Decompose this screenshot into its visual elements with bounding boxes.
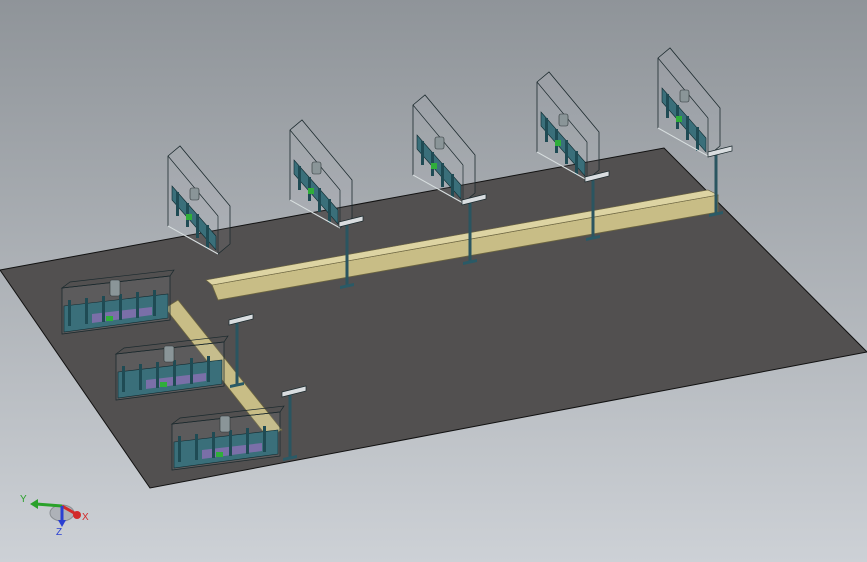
frame-post [575,151,578,175]
frame-post [263,426,266,452]
frame-post [451,174,454,198]
frame-post [156,362,159,388]
machine-accent [308,188,314,194]
machine-accent [216,452,223,457]
triad-y-axis [35,502,63,508]
frame-post [298,166,301,190]
frame-post [176,192,179,216]
frame-post [206,225,209,249]
frame-post [207,356,210,382]
frame-post [318,188,321,212]
triad-y-arrow-icon [30,499,38,509]
machine-accent [186,214,192,220]
machine-accent [555,140,561,146]
frame-post [153,290,156,316]
frame-post [686,116,689,140]
frame-post [421,141,424,165]
frame-post [122,366,125,392]
motor-unit [219,415,231,433]
machine-back-3[interactable] [412,94,476,204]
triad-z-arrow-icon [58,520,66,527]
frame-post [178,436,181,462]
frame-post [196,214,199,238]
frame-post [85,298,88,324]
frame-post [102,296,105,322]
motor-unit [163,345,175,363]
motor-unit [679,89,690,103]
frame-post [139,364,142,390]
machine-accent [106,316,113,321]
3d-scene[interactable] [0,0,867,562]
frame-post [441,163,444,187]
machine-accent [676,116,682,122]
triad-z-label: Z [56,527,62,538]
frame-post [173,360,176,386]
frame-post [328,199,331,223]
motor-unit [109,279,121,297]
frame-post [195,434,198,460]
machine-back-4[interactable] [536,71,600,181]
frame-post [136,292,139,318]
frame-post [190,358,193,384]
frame-post [229,430,232,456]
frame-post [565,140,568,164]
frame-post [696,127,699,151]
frame-post [212,432,215,458]
motor-unit [189,187,200,201]
frame-post [246,428,249,454]
machine-back-5[interactable] [657,47,721,157]
triad-y-label: Y [20,494,27,505]
motor-unit [311,161,322,175]
triad-x-arrow-icon [73,511,81,519]
frame-post [545,118,548,142]
graphics-viewport[interactable]: Y X Z [0,0,867,562]
motor-unit [434,136,445,150]
triad-x-label: X [82,512,89,523]
motor-unit [558,113,569,127]
machine-accent [160,382,167,387]
frame-post [119,294,122,320]
machine-accent [431,163,437,169]
frame-post [666,94,669,118]
coordinate-triad: Y X Z [20,494,89,538]
frame-post [68,300,71,326]
machine-back-2[interactable] [289,119,353,229]
